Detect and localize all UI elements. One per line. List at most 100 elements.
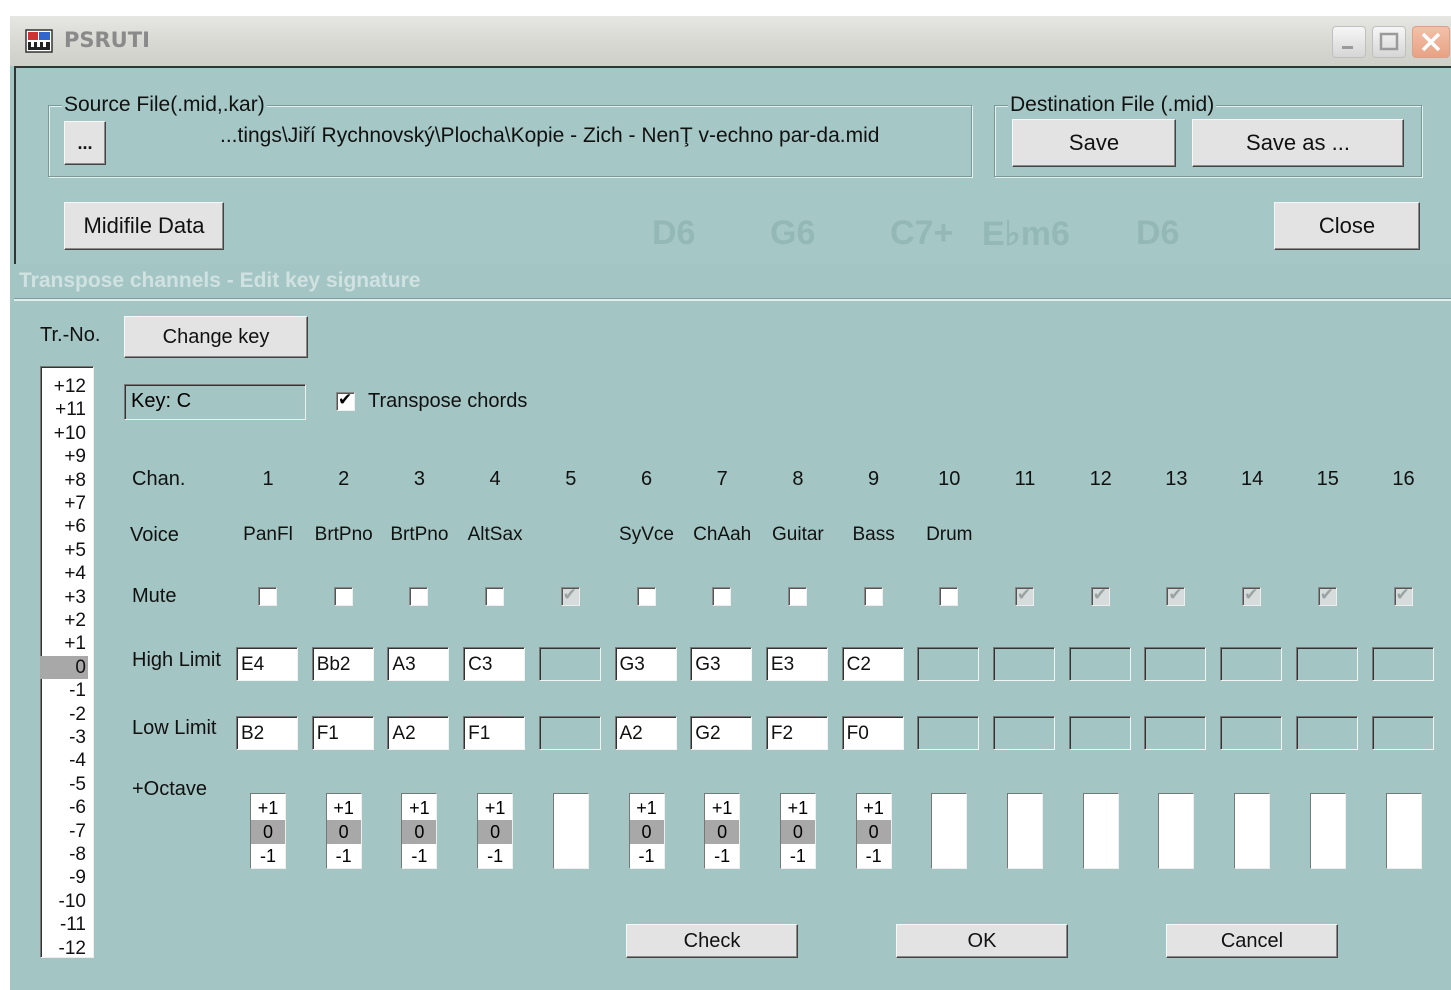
maximize-button[interactable] [1372,26,1406,58]
save-as-button[interactable]: Save as ... [1192,119,1404,167]
transpose-list-item[interactable]: -2 [40,703,88,727]
channel-voice: PanFl [243,524,293,545]
ok-button[interactable]: OK [896,924,1068,958]
octave-list[interactable]: +1 0 -1 [401,793,438,869]
octave-option[interactable]: 0 [402,820,437,844]
transpose-list-item[interactable]: +9 [40,445,88,469]
transpose-list-item[interactable]: -11 [40,913,88,937]
low-limit-field[interactable]: F2 [765,716,828,750]
browse-button[interactable]: ... [64,121,106,165]
octave-list[interactable]: +1 0 -1 [855,793,892,869]
octave-option[interactable]: +1 [402,796,436,820]
octave-option[interactable]: -1 [251,844,285,868]
octave-list[interactable]: +1 0 -1 [628,793,665,869]
mute-checkbox[interactable] [787,587,807,606]
octave-option[interactable]: 0 [780,820,815,844]
transpose-list-item[interactable]: +2 [40,609,88,633]
mute-checkbox[interactable] [333,587,353,606]
low-limit-field[interactable]: F0 [841,716,904,750]
octave-option[interactable]: -1 [478,844,512,868]
octave-option[interactable]: +1 [251,796,285,820]
title-bar[interactable]: PSRUTI [10,16,1451,66]
octave-list[interactable]: +1 0 -1 [477,793,514,869]
octave-option[interactable]: -1 [327,844,361,868]
octave-option[interactable]: 0 [251,820,285,844]
transpose-list[interactable]: +12 +11 +10 +9 +8 +7 +6 +5 +4 +3 +2 +1 0 -1 -2 -3 -4 -5 -6… [40,366,94,961]
high-limit-field[interactable]: A3 [387,647,450,681]
transpose-list-item[interactable]: -5 [40,773,88,797]
transpose-list-item[interactable]: +3 [40,586,88,610]
low-limit-field[interactable]: F1 [311,716,374,750]
octave-option[interactable]: 0 [629,820,664,844]
transpose-list-item[interactable]: +6 [40,515,88,539]
octave-option[interactable]: +1 [781,796,815,820]
octave-option[interactable]: -1 [857,844,891,868]
transpose-list-item[interactable]: +10 [40,422,88,446]
transpose-list-item[interactable]: -6 [40,796,88,820]
octave-option[interactable]: +1 [705,796,739,820]
octave-option[interactable]: +1 [630,796,664,820]
transpose-list-item[interactable]: -10 [40,890,88,914]
close-button[interactable]: Close [1274,202,1420,250]
transpose-list-item[interactable]: 0 [40,655,88,680]
low-limit-field[interactable]: B2 [236,716,298,750]
octave-list[interactable]: +1 0 -1 [250,793,286,869]
octave-option[interactable]: +1 [857,796,891,820]
mute-checkbox[interactable] [863,587,883,606]
mute-checkbox[interactable] [409,587,429,606]
mute-checkbox[interactable] [712,587,732,606]
transpose-list-item[interactable]: +12 [40,375,88,399]
midifile-data-button[interactable]: Midifile Data [64,202,224,250]
transpose-list-item[interactable]: -3 [40,726,88,750]
octave-option[interactable]: 0 [856,820,891,844]
octave-list[interactable]: +1 0 -1 [325,793,362,869]
mute-checkbox[interactable] [636,587,656,606]
octave-option[interactable]: -1 [630,844,664,868]
low-limit-field[interactable]: F1 [463,716,526,750]
octave-option[interactable]: -1 [781,844,815,868]
low-limit-field[interactable]: G2 [690,716,753,750]
high-limit-field[interactable]: G3 [690,647,753,681]
octave-option[interactable]: -1 [402,844,436,868]
transpose-list-item[interactable]: -4 [40,749,88,773]
transpose-list-item[interactable]: +5 [40,539,88,563]
transpose-list-item[interactable]: +7 [40,492,88,516]
high-limit-field[interactable]: E4 [236,647,298,681]
transpose-list-item[interactable]: -7 [40,820,88,844]
transpose-list-item[interactable]: +8 [40,469,88,493]
psruti-window: PSRUTI Source File(.mid,.kar) ... ...tin… [0,0,1451,990]
high-limit-field[interactable]: E3 [765,647,828,681]
transpose-list-item[interactable]: +4 [40,562,88,586]
close-window-button[interactable] [1412,26,1450,58]
high-limit-field[interactable]: C3 [463,647,526,681]
transpose-list-item[interactable]: -9 [40,866,88,890]
cancel-button[interactable]: Cancel [1166,924,1338,958]
transpose-list-item[interactable]: -8 [40,843,88,867]
octave-option[interactable]: 0 [705,820,740,844]
low-limit-field[interactable]: A2 [614,716,677,750]
high-limit-field[interactable]: Bb2 [311,647,374,681]
check-button[interactable]: Check [626,924,798,958]
transpose-list-item[interactable]: +11 [40,398,88,422]
mute-checkbox[interactable] [258,587,277,606]
transpose-list-item[interactable]: -1 [40,679,88,703]
octave-option[interactable]: +1 [478,796,512,820]
mute-checkbox[interactable] [939,587,959,606]
transpose-chords-checkbox[interactable]: ✔ [336,390,355,411]
transpose-list-item[interactable]: +1 [40,632,88,656]
low-limit-field[interactable]: A2 [387,716,450,750]
octave-list[interactable]: +1 0 -1 [779,793,816,869]
octave-option[interactable]: -1 [705,844,739,868]
octave-list[interactable]: +1 0 -1 [704,793,741,869]
octave-option[interactable]: 0 [478,820,513,844]
change-key-button[interactable]: Change key [124,316,308,358]
minimize-button[interactable] [1332,26,1366,58]
high-limit-field[interactable]: G3 [614,647,677,681]
close-icon [1421,32,1441,52]
save-button[interactable]: Save [1012,119,1176,167]
mute-checkbox[interactable] [485,587,505,606]
transpose-list-item[interactable]: -12 [40,937,88,961]
high-limit-field[interactable]: C2 [841,647,904,681]
octave-option[interactable]: 0 [326,820,361,844]
octave-option[interactable]: +1 [327,796,361,820]
